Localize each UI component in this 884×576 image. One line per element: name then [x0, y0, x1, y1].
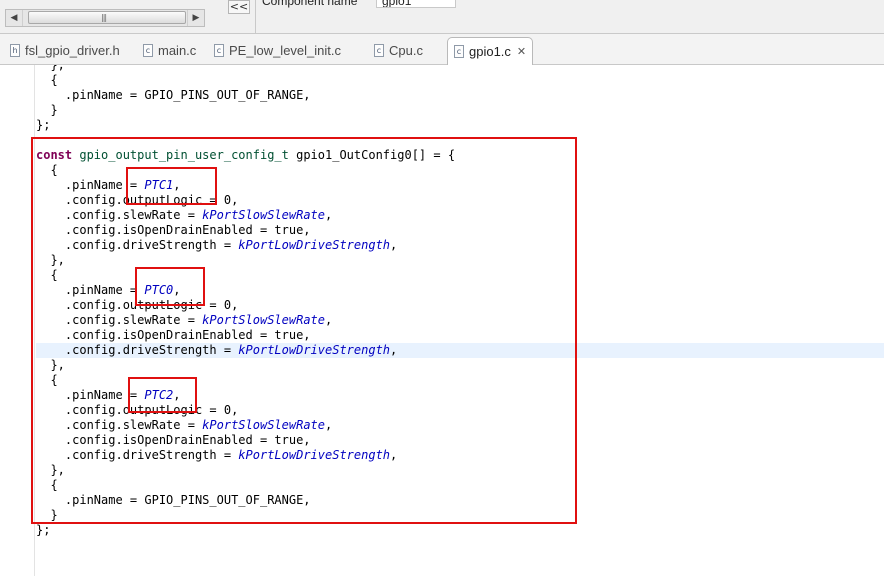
tab-gpio1-c[interactable]: c gpio1.c ✕ — [447, 37, 534, 65]
c-file-icon: c — [454, 45, 464, 58]
tab-label: gpio1.c — [469, 44, 511, 59]
tab-fsl-gpio-driver-h[interactable]: h fsl_gpio_driver.h — [10, 39, 120, 61]
collapse-button[interactable]: << — [228, 0, 250, 14]
tab-label: fsl_gpio_driver.h — [25, 42, 120, 58]
c-file-icon: c — [143, 43, 153, 57]
tab-pe-low-level-init-c[interactable]: c PE_low_level_init.c — [214, 39, 341, 61]
code-line[interactable]: }; — [36, 523, 884, 538]
annotation-box-config-array — [31, 137, 577, 524]
code-line[interactable]: } — [36, 103, 884, 118]
h-file-icon: h — [10, 43, 20, 57]
tab-cpu-c[interactable]: c Cpu.c — [374, 39, 423, 61]
scroll-left-icon[interactable]: ◀ — [6, 10, 23, 26]
tab-label: PE_low_level_init.c — [229, 42, 342, 58]
close-icon[interactable]: ✕ — [517, 45, 526, 58]
annotation-box-ptc0 — [135, 267, 205, 306]
code-line[interactable]: .pinName = GPIO_PINS_OUT_OF_RANGE, — [36, 88, 884, 103]
tab-label: main.c — [158, 42, 197, 58]
tab-main-c[interactable]: c main.c — [143, 39, 196, 61]
annotation-box-ptc2 — [128, 377, 197, 413]
c-file-icon: c — [374, 43, 384, 57]
code-line[interactable]: { — [36, 73, 884, 88]
editor-tab-bar: h fsl_gpio_driver.h c main.c c PE_low_le… — [0, 34, 884, 65]
scroll-right-icon[interactable]: ▶ — [187, 10, 204, 26]
tab-label: Cpu.c — [389, 42, 423, 58]
code-line[interactable]: }; — [36, 118, 884, 133]
top-panel: ◀ ||| ▶ << Component name gpio1 — [0, 0, 884, 34]
editor-gutter[interactable] — [0, 65, 35, 576]
component-name-field[interactable]: gpio1 — [376, 0, 456, 8]
c-file-icon: c — [214, 43, 224, 57]
annotation-box-ptc1 — [126, 167, 217, 205]
scrollbar-grip-icon: ||| — [101, 13, 107, 22]
scrollbar-thumb[interactable]: ||| — [28, 11, 186, 24]
horizontal-scrollbar[interactable]: ◀ ||| ▶ — [5, 9, 205, 27]
component-name-label: Component name — [262, 0, 358, 8]
panel-divider[interactable] — [255, 0, 256, 34]
code-line[interactable]: }, — [36, 65, 884, 73]
